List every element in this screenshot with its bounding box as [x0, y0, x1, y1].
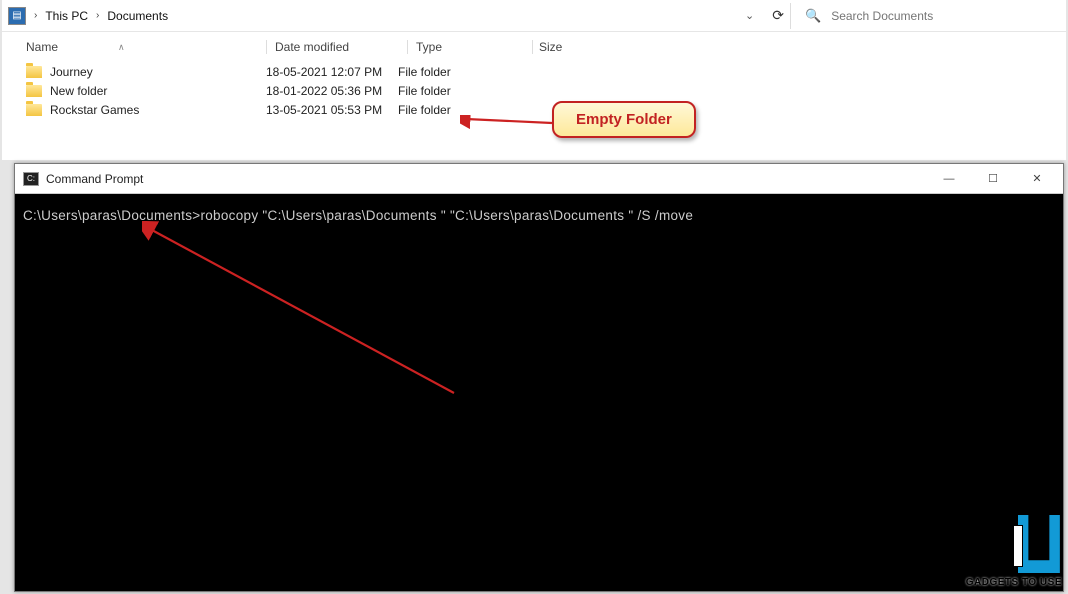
callout-empty-folder: Empty Folder [552, 101, 696, 138]
maximize-button[interactable]: ☐ [971, 165, 1015, 193]
file-list: Journey 18-05-2021 12:07 PM File folder … [2, 60, 1066, 119]
arrow-annotation-icon [460, 115, 555, 129]
file-name: Journey [50, 65, 93, 79]
file-type: File folder [398, 65, 514, 79]
breadcrumb-this-pc[interactable]: This PC [45, 9, 88, 23]
chevron-right-icon: › [34, 10, 37, 21]
documents-icon: ▤ [8, 7, 26, 25]
watermark: GADGETS TO USE [966, 515, 1062, 588]
cmd-titlebar[interactable]: C: Command Prompt — ☐ ✕ [15, 164, 1063, 194]
file-name: Rockstar Games [50, 103, 139, 117]
list-item[interactable]: New folder 18-01-2022 05:36 PM File fold… [26, 81, 1054, 100]
breadcrumb-documents[interactable]: Documents [107, 9, 168, 23]
header-name-label: Name [26, 40, 58, 54]
refresh-icon[interactable]: ⟳ [772, 7, 784, 24]
header-size[interactable]: Size [532, 40, 602, 54]
file-explorer: ▤ › This PC › Documents ⌄ ⟳ 🔍 Name ∧ Dat… [2, 0, 1066, 160]
file-name: New folder [50, 84, 107, 98]
folder-icon [26, 66, 42, 78]
search-icon: 🔍 [805, 8, 821, 24]
address-bar[interactable]: ▤ › This PC › Documents [8, 2, 735, 30]
header-name[interactable]: Name ∧ [26, 40, 266, 54]
close-button[interactable]: ✕ [1015, 165, 1059, 193]
watermark-logo [968, 515, 1060, 575]
breadcrumb-bar: ▤ › This PC › Documents ⌄ ⟳ 🔍 [2, 0, 1066, 32]
file-date: 18-05-2021 12:07 PM [266, 65, 398, 79]
minimize-button[interactable]: — [927, 165, 971, 193]
folder-icon [26, 104, 42, 116]
folder-icon [26, 85, 42, 97]
chevron-down-icon[interactable]: ⌄ [745, 9, 754, 22]
file-date: 13-05-2021 05:53 PM [266, 103, 398, 117]
watermark-text: GADGETS TO USE [966, 577, 1062, 588]
cmd-title: Command Prompt [46, 172, 143, 186]
file-date: 18-01-2022 05:36 PM [266, 84, 398, 98]
cmd-icon: C: [23, 172, 39, 186]
arrow-annotation-icon [142, 221, 462, 401]
header-date[interactable]: Date modified [275, 40, 407, 54]
list-item[interactable]: Journey 18-05-2021 12:07 PM File folder [26, 62, 1054, 81]
search-box[interactable]: 🔍 [790, 3, 1060, 29]
column-headers: Name ∧ Date modified Type Size [2, 32, 1066, 60]
chevron-right-icon: › [96, 10, 99, 21]
header-type[interactable]: Type [416, 40, 532, 54]
search-input[interactable] [831, 9, 1031, 23]
file-type: File folder [398, 84, 514, 98]
sort-asc-icon: ∧ [118, 42, 125, 53]
